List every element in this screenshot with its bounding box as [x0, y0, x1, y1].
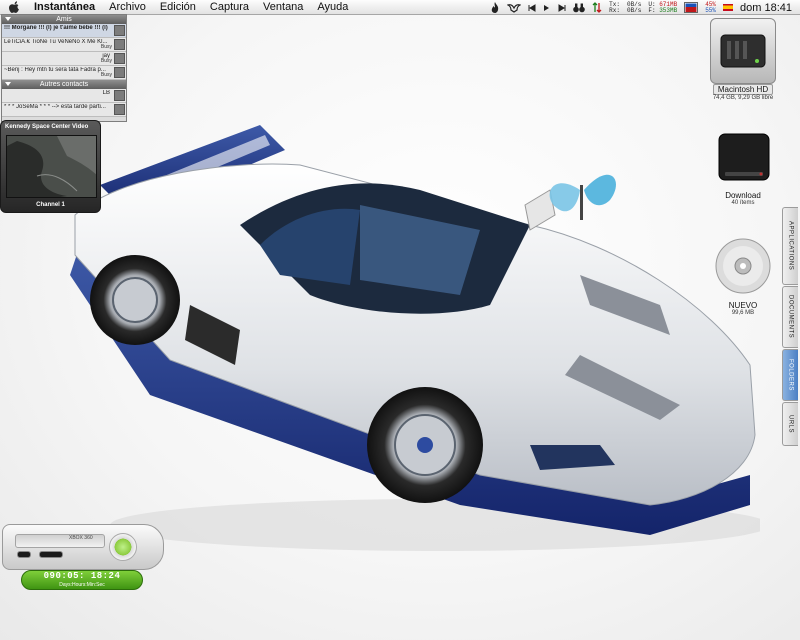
contact-name: ~Benj : Hey mtn tu sera tata Fadra p... — [4, 67, 106, 73]
menu-archivo[interactable]: Archivo — [109, 1, 146, 13]
external-drive-icon[interactable] — [713, 126, 773, 186]
bird-icon[interactable] — [507, 3, 522, 13]
avatar — [114, 90, 125, 101]
contact-item[interactable]: LeTiCiA.€ TioNe Tu VeNeNo X Me Kl... Bus… — [2, 38, 126, 52]
avatar — [114, 39, 125, 50]
uptime-value: 090:05: 18:24 — [43, 571, 121, 581]
disclosure-triangle-icon[interactable] — [5, 17, 11, 21]
macintosh-hd-drive[interactable]: Macintosh HD 74,4 GB, 9,29 GB libre — [698, 18, 788, 101]
cpu-readout: 45% 55% — [705, 1, 717, 14]
xbox-brand-label: XBOX 360 — [69, 535, 93, 541]
uptime-label: Days:Hours:Min:Sec — [59, 582, 105, 588]
tray-button — [39, 551, 63, 558]
app-menu-instantanea[interactable]: Instantánea — [34, 1, 95, 13]
menu-edicion[interactable]: Edición — [160, 1, 196, 13]
contact-item[interactable]: LB — [2, 89, 126, 103]
mem-f-value: 353MB — [659, 6, 678, 14]
binoculars-icon[interactable] — [573, 3, 585, 13]
drawer-tabs: APPLICATIONS DOCUMENTS FOLDERS URLS — [782, 207, 798, 449]
spain-flag-icon[interactable] — [723, 4, 734, 11]
avatar — [114, 53, 125, 64]
disclosure-triangle-icon[interactable] — [5, 82, 11, 86]
menu-bar: Instantánea Archivo Edición Captura Vent… — [0, 0, 800, 15]
contact-name: * * * JoSeMa * * * --> esta tarde parti.… — [4, 104, 106, 110]
download-drive[interactable]: Download 40 ítems — [698, 126, 788, 206]
network-values: 0B/s 0B/s — [626, 1, 642, 14]
drive-info: 40 ítems — [731, 200, 755, 206]
rx-label: Rx: — [609, 6, 620, 14]
group-name: Autres contacts — [39, 81, 89, 88]
contact-name: !!! Morgane !!! (l) je t'aime bébé !!! (… — [4, 25, 108, 31]
rx-value: 0B/s — [626, 6, 642, 14]
contact-status: Busy — [100, 58, 112, 64]
contact-item[interactable]: jay Busy — [2, 52, 126, 66]
contact-status: Busy — [100, 72, 112, 78]
drive-name: Macintosh HD — [712, 84, 774, 95]
xbox-uptime-widget[interactable]: XBOX 360 — [2, 524, 164, 570]
tab-documents[interactable]: DOCUMENTS — [782, 286, 798, 348]
network-activity-icon — [592, 2, 602, 13]
contact-status: Busy — [100, 44, 112, 50]
memory-readout: U: 671MB F: 353MB — [648, 1, 678, 14]
satellite-image — [7, 136, 96, 197]
contact-name: LeTiCiA.€ TioNe Tu VeNeNo X Me Kl... — [4, 39, 108, 45]
group-name: Amis — [56, 16, 72, 23]
tab-applications[interactable]: APPLICATIONS — [782, 207, 798, 285]
contact-item[interactable]: !!! Morgane !!! (l) je t'aime bébé !!! (… — [2, 24, 126, 38]
avatar — [114, 25, 125, 36]
kennedy-video-widget[interactable]: Kennedy Space Center Video Channel 1 — [0, 120, 101, 213]
group-header-amis[interactable]: Amis — [2, 15, 126, 24]
uptime-display: 090:05: 18:24 Days:Hours:Min:Sec — [21, 570, 143, 590]
video-widget-title: Kennedy Space Center Video — [5, 124, 89, 130]
cpu-idle-value: 55% — [705, 6, 717, 14]
hard-drive-icon[interactable] — [710, 18, 776, 84]
avatar — [114, 104, 125, 115]
flame-icon[interactable] — [490, 2, 500, 13]
video-channel-label: Channel 1 — [36, 202, 65, 208]
tab-label: URLS — [787, 414, 794, 433]
avatar — [114, 67, 125, 78]
contact-name: LB — [102, 90, 110, 96]
power-ring-icon — [109, 533, 137, 561]
contact-item[interactable]: * * * JoSeMa * * * --> esta tarde parti.… — [2, 103, 126, 117]
menu-ventana[interactable]: Ventana — [263, 1, 303, 13]
cd-disc-icon[interactable] — [713, 236, 773, 296]
drive-name: NUEVO — [728, 301, 758, 310]
maserati-mc12-wallpaper-image — [70, 125, 760, 551]
eject-button — [17, 551, 31, 558]
menu-extras: Tx: Rx: 0B/s 0B/s U: 671MB F: 353MB 45% … — [490, 0, 800, 15]
mem-f-label: F: — [648, 6, 656, 14]
drive-info: 74,4 GB, 9,29 GB libre — [712, 95, 774, 101]
apple-icon[interactable] — [9, 1, 23, 13]
play-pause-icon[interactable] — [543, 4, 551, 12]
drive-name: Download — [725, 191, 761, 200]
previous-track-icon[interactable] — [528, 3, 536, 12]
tab-folders[interactable]: FOLDERS — [782, 349, 798, 401]
menu-captura[interactable]: Captura — [210, 1, 249, 13]
next-track-icon[interactable] — [558, 3, 566, 12]
network-readout: Tx: Rx: — [609, 1, 620, 14]
video-feed[interactable] — [6, 135, 97, 198]
contact-item[interactable]: ~Benj : Hey mtn tu sera tata Fadra p... … — [2, 66, 126, 80]
nuevo-disc[interactable]: NUEVO 99,6 MB — [698, 236, 788, 316]
tab-urls[interactable]: URLS — [782, 402, 798, 446]
group-header-autres-contacts[interactable]: Autres contacts — [2, 80, 126, 89]
drive-info: 99,6 MB — [731, 310, 755, 316]
tab-label: DOCUMENTS — [787, 295, 794, 339]
cpu-meter-icon — [684, 2, 699, 13]
tab-label: FOLDERS — [787, 359, 794, 391]
menu-ayuda[interactable]: Ayuda — [317, 1, 348, 13]
menu-clock[interactable]: dom 18:41 — [740, 2, 792, 14]
tab-label: APPLICATIONS — [787, 221, 794, 271]
buddy-list-window: Amis !!! Morgane !!! (l) je t'aime bébé … — [1, 14, 127, 122]
contact-name: jay — [102, 53, 110, 59]
